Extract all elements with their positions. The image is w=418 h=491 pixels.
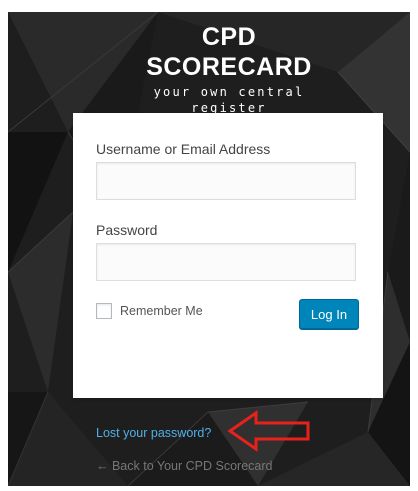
logo-title: CPD SCORECARD xyxy=(146,23,312,81)
login-form: Username or Email Address Password Remem… xyxy=(73,113,383,398)
username-input[interactable] xyxy=(96,162,356,200)
lost-password-link[interactable]: Lost your password? xyxy=(96,426,211,440)
username-label: Username or Email Address xyxy=(96,141,271,157)
red-left-arrow-icon xyxy=(227,410,310,452)
remember-me-row: Remember Me xyxy=(96,303,203,319)
site-logo[interactable]: CPD SCORECARD your own central register xyxy=(120,22,338,116)
password-input[interactable] xyxy=(96,243,356,281)
remember-me-label[interactable]: Remember Me xyxy=(120,304,203,318)
back-to-site-link[interactable]: ← Back to Your CPD Scorecard xyxy=(96,459,272,473)
password-label: Password xyxy=(96,222,158,238)
login-button[interactable]: Log In xyxy=(299,299,359,329)
logo-tagline: your own central register xyxy=(153,85,305,115)
remember-me-checkbox[interactable] xyxy=(96,303,112,319)
